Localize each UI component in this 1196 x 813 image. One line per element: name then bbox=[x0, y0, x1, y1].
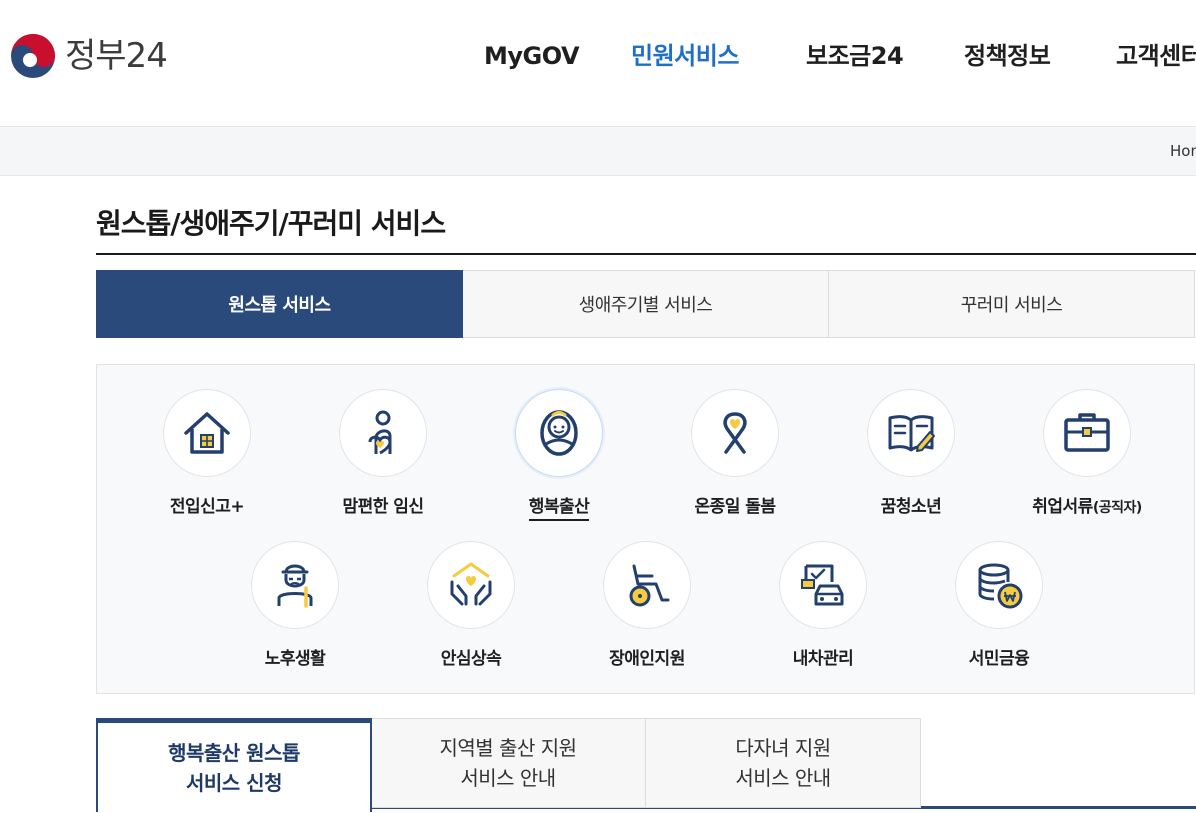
subtab-regional-birth-support[interactable]: 지역별 출산 지원 서비스 안내 bbox=[370, 718, 646, 808]
service-label: 안심상속 bbox=[440, 649, 502, 669]
service-icon-circle bbox=[603, 541, 691, 629]
service-label: 서민금융 bbox=[968, 649, 1030, 669]
service-label: 맘편한 임신 bbox=[342, 497, 424, 517]
taegeuk-emblem-icon bbox=[11, 34, 55, 78]
service-icon-circle bbox=[1043, 389, 1131, 477]
service-label: 온종일 돌봄 bbox=[694, 497, 776, 517]
service-type-tabs: 원스톱 서비스 생애주기별 서비스 꾸러미 서비스 bbox=[96, 270, 1195, 338]
tab-lifecycle[interactable]: 생애주기별 서비스 bbox=[463, 270, 829, 338]
site-logo[interactable]: 정부24 bbox=[10, 33, 168, 79]
service-icon-circle bbox=[515, 389, 603, 477]
wheelchair-icon bbox=[629, 564, 670, 607]
service-low-income-finance[interactable]: 서민금융 bbox=[911, 541, 1087, 671]
ribbon-heart-icon bbox=[723, 412, 747, 454]
nav-mygov[interactable]: MyGOV bbox=[484, 40, 580, 72]
service-safe-inheritance[interactable]: 안심상속 bbox=[383, 541, 559, 671]
service-disability-support[interactable]: 장애인지원 bbox=[559, 541, 735, 671]
title-divider bbox=[96, 253, 1196, 255]
service-icon-circle bbox=[779, 541, 867, 629]
breadcrumb: Home bbox=[0, 126, 1196, 176]
service-label: 노후생활 bbox=[264, 649, 326, 669]
car-document-icon bbox=[801, 564, 844, 606]
service-icon-circle bbox=[691, 389, 779, 477]
logo-text: 정부24 bbox=[65, 36, 168, 76]
page-title: 원스톱/생애주기/꾸러미 서비스 bbox=[96, 207, 446, 240]
subtab-multi-child-support[interactable]: 다자녀 지원 서비스 안내 bbox=[645, 718, 921, 808]
book-pencil-icon bbox=[888, 415, 935, 452]
service-move-in-report[interactable]: 전입신고+ bbox=[119, 389, 295, 519]
service-pregnancy[interactable]: 맘편한 임신 bbox=[295, 389, 471, 519]
nav-customer-center[interactable]: 고객센터 bbox=[1116, 40, 1196, 72]
service-label: 전입신고+ bbox=[169, 497, 245, 517]
service-label: 장애인지원 bbox=[609, 649, 685, 669]
service-my-car[interactable]: 내차관리 bbox=[735, 541, 911, 671]
coins-icon bbox=[978, 563, 1023, 609]
service-label: 꿈청소년 bbox=[880, 497, 942, 517]
pregnancy-icon bbox=[368, 410, 392, 455]
house-icon bbox=[184, 412, 230, 454]
service-happy-birth[interactable]: 행복출산 bbox=[471, 389, 647, 521]
service-icon-circle bbox=[339, 389, 427, 477]
tab-package[interactable]: 꾸러미 서비스 bbox=[829, 270, 1195, 338]
service-icon-circle bbox=[427, 541, 515, 629]
service-employment-docs[interactable]: 취업서류(공직자) bbox=[999, 389, 1175, 520]
subtab-birth-onestop-apply[interactable]: 행복출산 원스톱 서비스 신청 bbox=[96, 718, 372, 812]
subtab-label: 행복출산 원스톱 서비스 신청 bbox=[168, 740, 300, 795]
site-header: 정부24 MyGOV 민원서비스 보조금24 정책정보 고객센터 bbox=[0, 0, 1196, 126]
service-icon-circle bbox=[955, 541, 1043, 629]
service-label: 취업서류(공직자) bbox=[1032, 497, 1142, 517]
nav-subsidy24[interactable]: 보조금24 bbox=[806, 40, 904, 72]
nav-policy-info[interactable]: 정책정보 bbox=[964, 40, 1051, 72]
service-grid: 전입신고+ 맘편한 임신 행복출산 온종일 돌봄 꿈청소년 취업서류(공직자) … bbox=[96, 364, 1195, 694]
service-retirement-life[interactable]: 노후생활 bbox=[207, 541, 383, 671]
service-dream-youth[interactable]: 꿈청소년 bbox=[823, 389, 999, 519]
service-label: 행복출산 bbox=[471, 495, 647, 521]
breadcrumb-home[interactable]: Home bbox=[1170, 142, 1196, 160]
subtab-label: 다자녀 지원 서비스 안내 bbox=[735, 736, 831, 790]
tab-onestop[interactable]: 원스톱 서비스 bbox=[96, 270, 463, 338]
service-icon-circle bbox=[867, 389, 955, 477]
elderly-icon bbox=[277, 564, 313, 608]
service-all-day-care[interactable]: 온종일 돌봄 bbox=[647, 389, 823, 519]
service-label: 내차관리 bbox=[792, 649, 854, 669]
hands-heart-icon bbox=[450, 562, 492, 606]
service-icon-circle bbox=[251, 541, 339, 629]
briefcase-icon bbox=[1064, 413, 1110, 452]
service-icon-circle bbox=[163, 389, 251, 477]
nav-civil-service[interactable]: 민원서비스 bbox=[631, 40, 739, 72]
subtab-label: 지역별 출산 지원 서비스 안내 bbox=[439, 736, 577, 790]
baby-icon bbox=[540, 410, 578, 456]
